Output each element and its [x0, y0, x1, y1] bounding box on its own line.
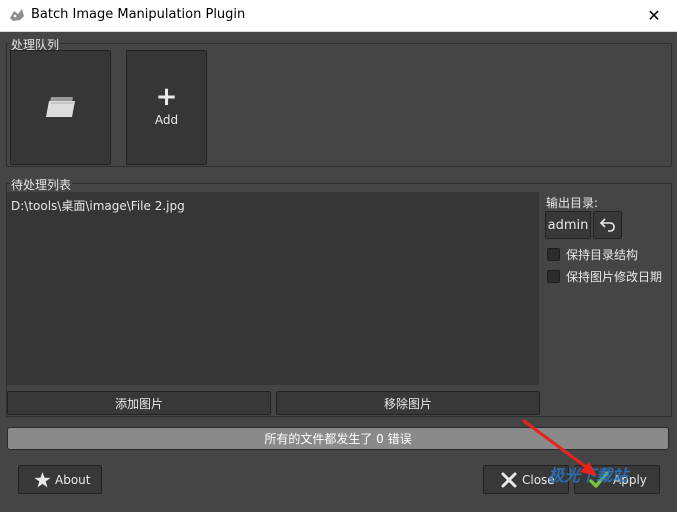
status-message: 所有的文件都发生了 0 错误	[264, 432, 412, 446]
title-bar: Batch Image Manipulation Plugin ✕	[0, 0, 677, 32]
close-x-icon	[501, 472, 517, 487]
output-folder-label: 输出目录:	[546, 196, 599, 210]
undo-icon	[599, 218, 615, 232]
add-step-button[interactable]: + Add	[126, 50, 207, 165]
output-folder-button[interactable]: admin	[545, 211, 591, 239]
add-images-button[interactable]: 添加图片	[7, 391, 271, 415]
star-icon	[34, 471, 51, 487]
remove-images-button[interactable]: 移除图片	[276, 391, 540, 415]
pending-file-list[interactable]: D:\tools\桌面\image\File 2.jpg	[7, 192, 539, 385]
gimp-app-icon	[10, 9, 24, 21]
pending-legend: 待处理列表	[10, 176, 73, 193]
bimp-window: Batch Image Manipulation Plugin ✕ 处理队列 +…	[0, 0, 677, 512]
keep-date-label: 保持图片修改日期	[566, 270, 663, 284]
keep-structure-row[interactable]: 保持目录结构	[547, 246, 638, 263]
reset-folder-button[interactable]	[593, 211, 622, 239]
progress-status-bar: 所有的文件都发生了 0 错误	[7, 427, 669, 450]
plus-icon: +	[155, 82, 178, 112]
window-title: Batch Image Manipulation Plugin	[31, 7, 246, 22]
keep-structure-label: 保持目录结构	[566, 248, 639, 262]
keep-date-checkbox[interactable]	[547, 270, 560, 283]
watermark-text: 极光下载站	[548, 466, 629, 485]
add-step-label: Add	[154, 113, 179, 127]
about-button[interactable]: About	[18, 465, 102, 494]
keep-structure-checkbox[interactable]	[547, 248, 560, 261]
about-label: About	[55, 472, 91, 487]
keep-date-row[interactable]: 保持图片修改日期	[547, 268, 662, 285]
image-folder-icon	[46, 97, 75, 117]
list-item[interactable]: D:\tools\桌面\image\File 2.jpg	[11, 197, 185, 214]
image-source-tile[interactable]	[10, 50, 111, 165]
window-close-button[interactable]: ✕	[631, 0, 677, 31]
